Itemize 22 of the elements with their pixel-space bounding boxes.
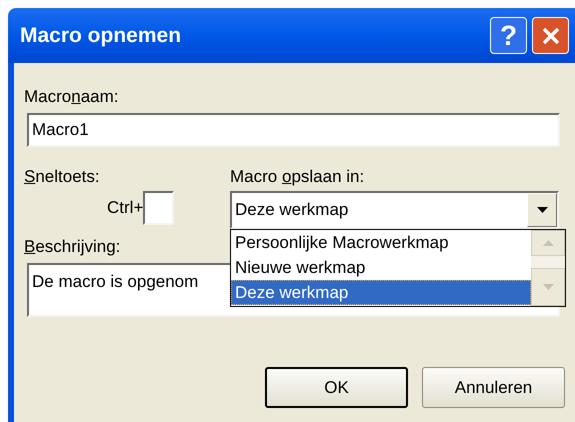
shortcut-key-field[interactable] (143, 191, 174, 225)
dropdown-option[interactable]: Persoonlijke Macrowerkmap (231, 230, 531, 255)
close-icon (540, 26, 560, 46)
shortcut-label: Sneltoets: (24, 167, 101, 187)
close-button[interactable] (532, 17, 569, 54)
macro-name-label: Macronaam: (24, 87, 120, 107)
down-arrow-icon (542, 284, 554, 290)
ctrl-prefix-label: Ctrl+ (107, 197, 144, 220)
store-in-dropdown[interactable]: Deze werkmap (230, 191, 559, 229)
window-title: Macro opnemen (20, 22, 182, 49)
store-in-label: Macro opslaan in: (230, 167, 366, 187)
dropdown-value: Deze werkmap (234, 199, 350, 222)
dialog-button[interactable]: OK (265, 367, 408, 408)
caret-icon (536, 207, 548, 213)
help-button[interactable]: ? (490, 17, 527, 54)
description-text: De macro is opgenom (32, 272, 198, 291)
dropdown-button[interactable] (527, 193, 557, 227)
macro-name-field[interactable]: Macro1 (27, 113, 560, 147)
dialog-button[interactable]: Annuleren (422, 367, 565, 408)
up-arrow-icon (542, 240, 554, 246)
dropdown-option[interactable]: Deze werkmap (231, 280, 531, 305)
description-label: Beschrijving: (24, 237, 120, 257)
